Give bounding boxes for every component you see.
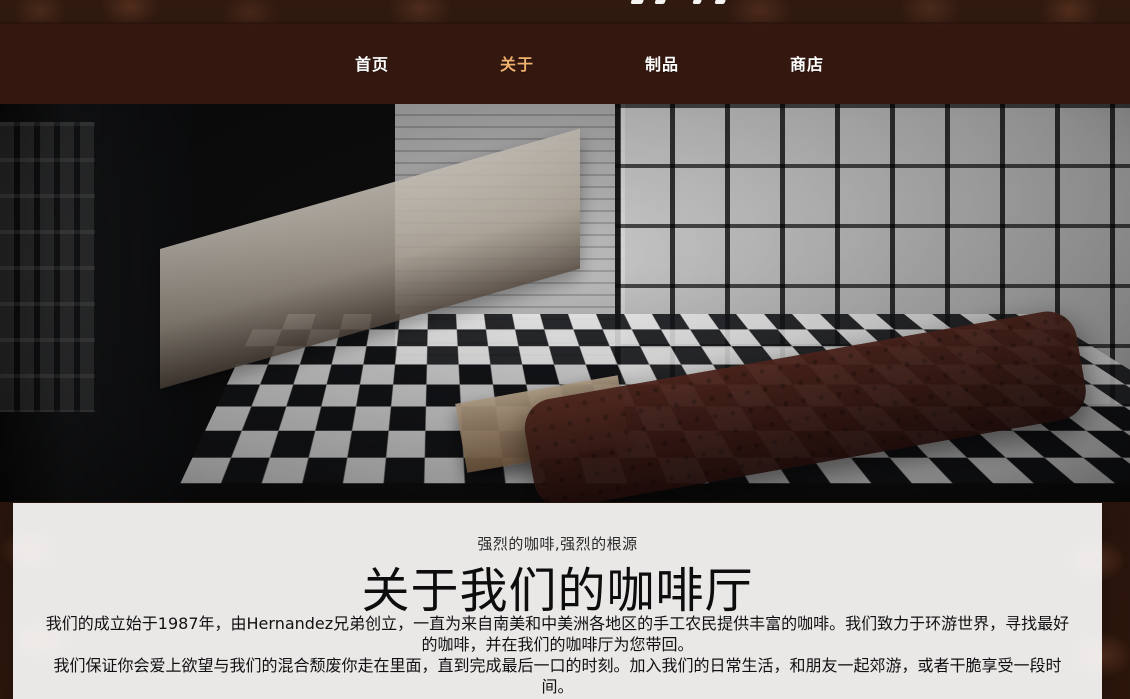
nav-item-home[interactable]: 首页: [342, 22, 402, 104]
about-body: 我们的成立始于1987年，由Hernandez兄弟创立，一直为来自南美和中美洲各…: [43, 613, 1072, 697]
top-navigation: 首页 关于 制品 商店: [0, 22, 1130, 104]
top-bean-strip: [0, 0, 1130, 22]
nav-item-label: 首页: [354, 55, 389, 74]
about-paragraph-1: 我们的成立始于1987年，由Hernandez兄弟创立，一直为来自南美和中美洲各…: [45, 614, 1070, 654]
hero-cafe-photo: [0, 104, 1130, 502]
about-paragraph-2: 我们保证你会爱上欲望与我们的混合颓废你走在里面，直到完成最后一口的时刻。加入我们…: [53, 656, 1062, 696]
nav-item-store[interactable]: 商店: [777, 22, 837, 104]
nav-items: 首页 关于 制品 商店: [0, 22, 1130, 104]
nav-item-label: 商店: [789, 55, 824, 74]
nav-item-products[interactable]: 制品: [632, 22, 692, 104]
hero-shelves: [0, 122, 95, 412]
about-panel: 强烈的咖啡,强烈的根源 关于我们的咖啡厅 我们的成立始于1987年，由Herna…: [13, 503, 1102, 699]
nav-item-label: 制品: [644, 55, 679, 74]
nav-item-about[interactable]: 关于: [487, 22, 547, 104]
about-title: 关于我们的咖啡厅: [361, 563, 754, 619]
nav-item-label: 关于: [499, 55, 534, 74]
